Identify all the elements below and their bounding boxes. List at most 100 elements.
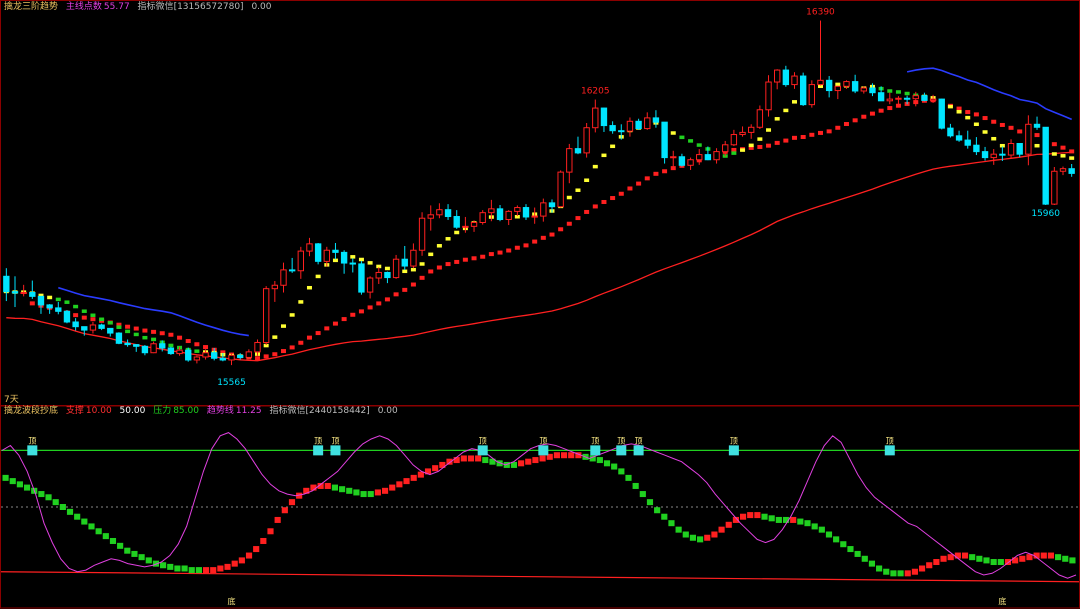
trend-block [188,567,195,574]
candle-body [999,153,1006,156]
trend-block [195,567,202,574]
candle-body [678,156,686,166]
trend-block [475,455,482,462]
red-ma-dot [410,282,416,287]
trend-block [482,457,489,464]
trend-block [861,555,868,562]
trend-block [811,523,818,530]
top-marker-box [590,445,601,456]
candle-body [505,210,512,221]
red-ma-dot [445,262,451,267]
red-ma-dot [358,309,364,314]
candle-body [1051,170,1058,205]
trend-block [460,455,467,462]
yellow-trend-dot [55,297,61,302]
candle-body [1033,123,1041,128]
candle-body [401,258,408,267]
red-ma-dot [514,245,520,250]
red-ma-dot [280,349,286,354]
top-panel-title[interactable]: 擒龙三阶趋势 [4,2,58,12]
trend-block [883,568,890,575]
candle-body [635,120,642,130]
trend-block [467,455,475,462]
red-ma-dot [177,335,183,340]
yellow-trend-dot [99,317,105,322]
red-ma-dot [81,315,87,320]
trend-block [768,515,775,522]
yellow-trend-dot [973,122,979,127]
top-marker-label: 顶 [331,436,339,445]
red-ma-dot [454,259,460,264]
candle-body [115,332,123,344]
trend-block [59,504,66,510]
yellow-trend-dot [670,131,676,135]
red-ma-dot [506,248,512,253]
candle-body [29,292,36,297]
candle-body [332,249,339,253]
trend-block [238,557,245,564]
yellow-trend-dot [168,343,174,348]
candle-body [55,307,62,312]
yellow-trend-dot [792,100,798,104]
red-ma-dot [159,331,165,336]
red-ma-dot [168,332,174,337]
trend-block [81,518,88,525]
candle-body [176,349,183,355]
trend-block [926,562,933,569]
trend-block [697,536,704,543]
candle-body [713,151,720,161]
yellow-trend-dot [947,104,953,109]
yellow-trend-dot [47,295,53,300]
top-panel-header: 擒龙三阶趋势 主线点数 55.77 指标微信[13156572780] 0.00 [4,1,277,13]
trend-block [625,474,632,481]
contact-label: 指标微信 [137,2,174,12]
red-ma-dot [332,321,338,326]
yellow-trend-dot [1034,143,1040,148]
trend-block [224,563,231,570]
candle-body [644,117,651,130]
trend-block [840,541,847,548]
trend-block [66,508,74,515]
trend-block [202,567,210,574]
candle-body [366,277,374,293]
red-ma-dot [644,176,650,181]
candle-body [436,209,443,216]
yellow-trend-dot [419,262,425,266]
candle-body [150,343,157,354]
trend-block [160,562,167,569]
candle-body [375,271,382,279]
candle-body [877,92,885,102]
red-ma-dot [125,324,131,329]
red-ma-dot [1008,125,1014,130]
trend-block [976,555,983,562]
candle-body [314,243,322,262]
trend-block [704,534,711,541]
red-ma-dot [462,257,468,262]
red-ma-dot [436,265,442,270]
trend-block [969,554,976,561]
yellow-trend-dot [904,91,910,96]
yellow-trend-dot [774,117,780,121]
candle-body [600,107,608,127]
trend-block [267,528,274,535]
candle-body [843,81,850,87]
top-marker-label: 顶 [591,436,599,445]
bottom-panel-title[interactable]: 擒龙波段抄底 [4,406,58,416]
yellow-trend-dot [116,325,122,329]
candle-body [782,69,790,86]
red-ma-dot [869,111,875,116]
red-ma-dot [618,191,624,196]
candle-body [929,98,937,101]
candle-body [297,250,304,272]
trend-block [847,546,854,553]
candle-body [496,208,504,221]
yellow-trend-dot [887,89,893,93]
red-ma-dot [402,287,408,292]
trend-block [739,513,747,520]
candle-body [245,351,253,358]
candle-body [1068,168,1075,174]
trend-block [124,547,131,554]
yellow-trend-dot [107,321,113,325]
red-ma-dot [861,114,867,119]
trend-block [718,526,725,533]
